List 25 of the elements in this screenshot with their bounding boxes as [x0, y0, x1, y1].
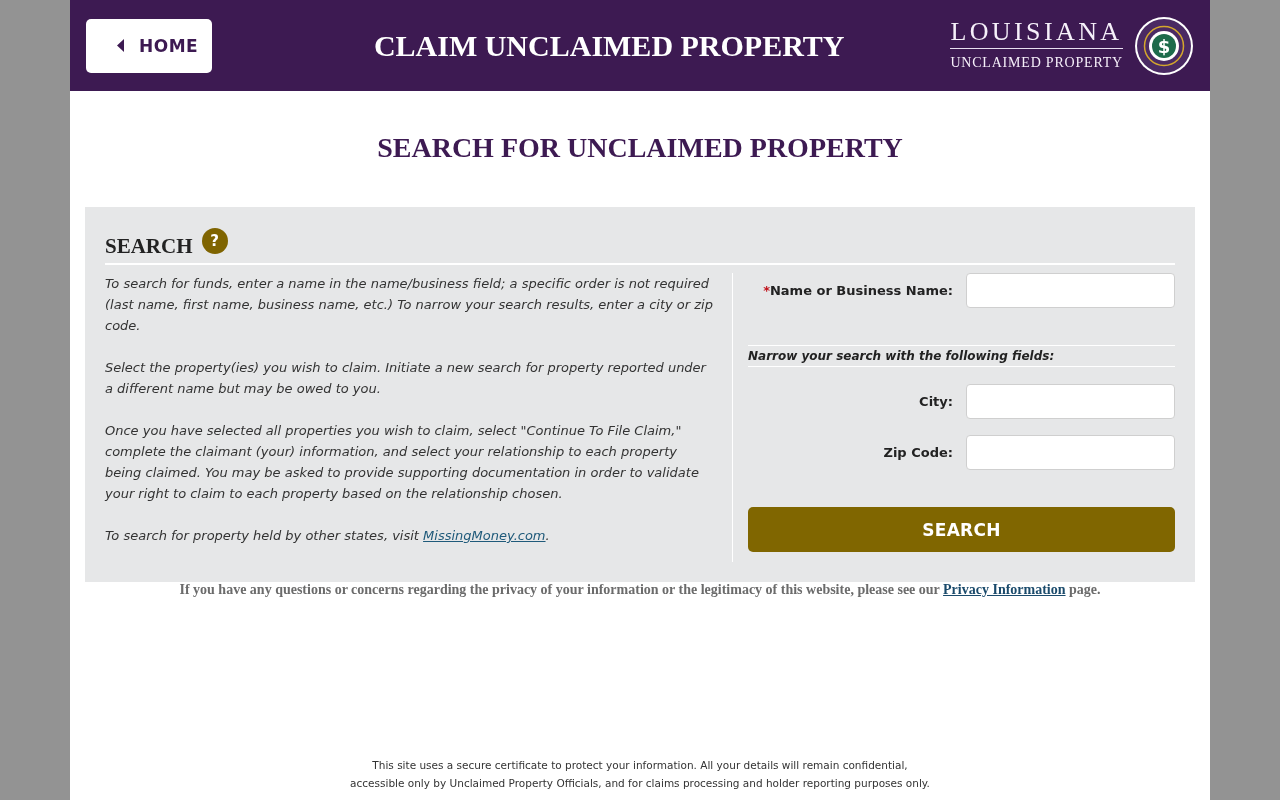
input-field[interactable] [966, 435, 1175, 470]
instruction-paragraph: To search for property held by other states, visit MissingMoney.com. [105, 527, 551, 545]
dollar-seal-icon: $ [1135, 16, 1193, 75]
page-title: SEARCH FOR UNCLAIMED PROPERTY [376, 132, 904, 164]
search-button[interactable]: SEARCH [748, 507, 1175, 552]
logo-wordmark: LOUISIANA [950, 18, 1123, 49]
caret-left-icon [117, 39, 124, 52]
field-label: City: [918, 392, 953, 411]
privacy-notice: If you have any questions or concerns regarding the privacy of your information or the legitimacy of this website, please see our Privacy Information page. [178, 582, 1102, 598]
logo-subtitle: UNCLAIMED PROPERTY [950, 54, 1123, 72]
website-link[interactable]: MissingMoney.com [423, 528, 546, 543]
security-notice: This site uses a secure certificate to protect your information. All your details will remain confidential, accessible only by Unclaimed Property Officials, and for claims processing and holder reporting purposes only. [349, 758, 931, 791]
input-field[interactable] [966, 384, 1175, 419]
section-heading: SEARCH [105, 233, 193, 259]
instruction-paragraph: To search for funds, enter a name in the name/business field; a specific order is not required (last name, first name, business name, etc.) To narrow your search results, enter a city or zip code. [105, 275, 714, 335]
field-label: Zip Code: [882, 443, 953, 462]
privacy-link[interactable]: Privacy Information [943, 582, 1066, 597]
narrow-search-heading: Narrow your search with the following fields: [748, 348, 1056, 365]
instruction-paragraph: Select the property(ies) you wish to claim. Initiate a new search for property reported under a different name but may be owed to you. [105, 359, 708, 398]
site-title: CLAIM UNCLAIMED PROPERTY [372, 27, 846, 64]
help-icon[interactable]: ? [201, 228, 228, 254]
input-field[interactable] [966, 273, 1175, 308]
instruction-paragraph: Once you have selected all properties you wish to claim, select "Continue To File Claim," complete the claimant (your) information, and select your relationship to each property being claimed. You may be asked to provide supporting documentation in order to validate your right to claim to each property based on the relationship chosen. [105, 422, 700, 503]
field-label: *Name or Business Name: [762, 281, 953, 300]
home-button[interactable]: HOME [86, 18, 212, 73]
